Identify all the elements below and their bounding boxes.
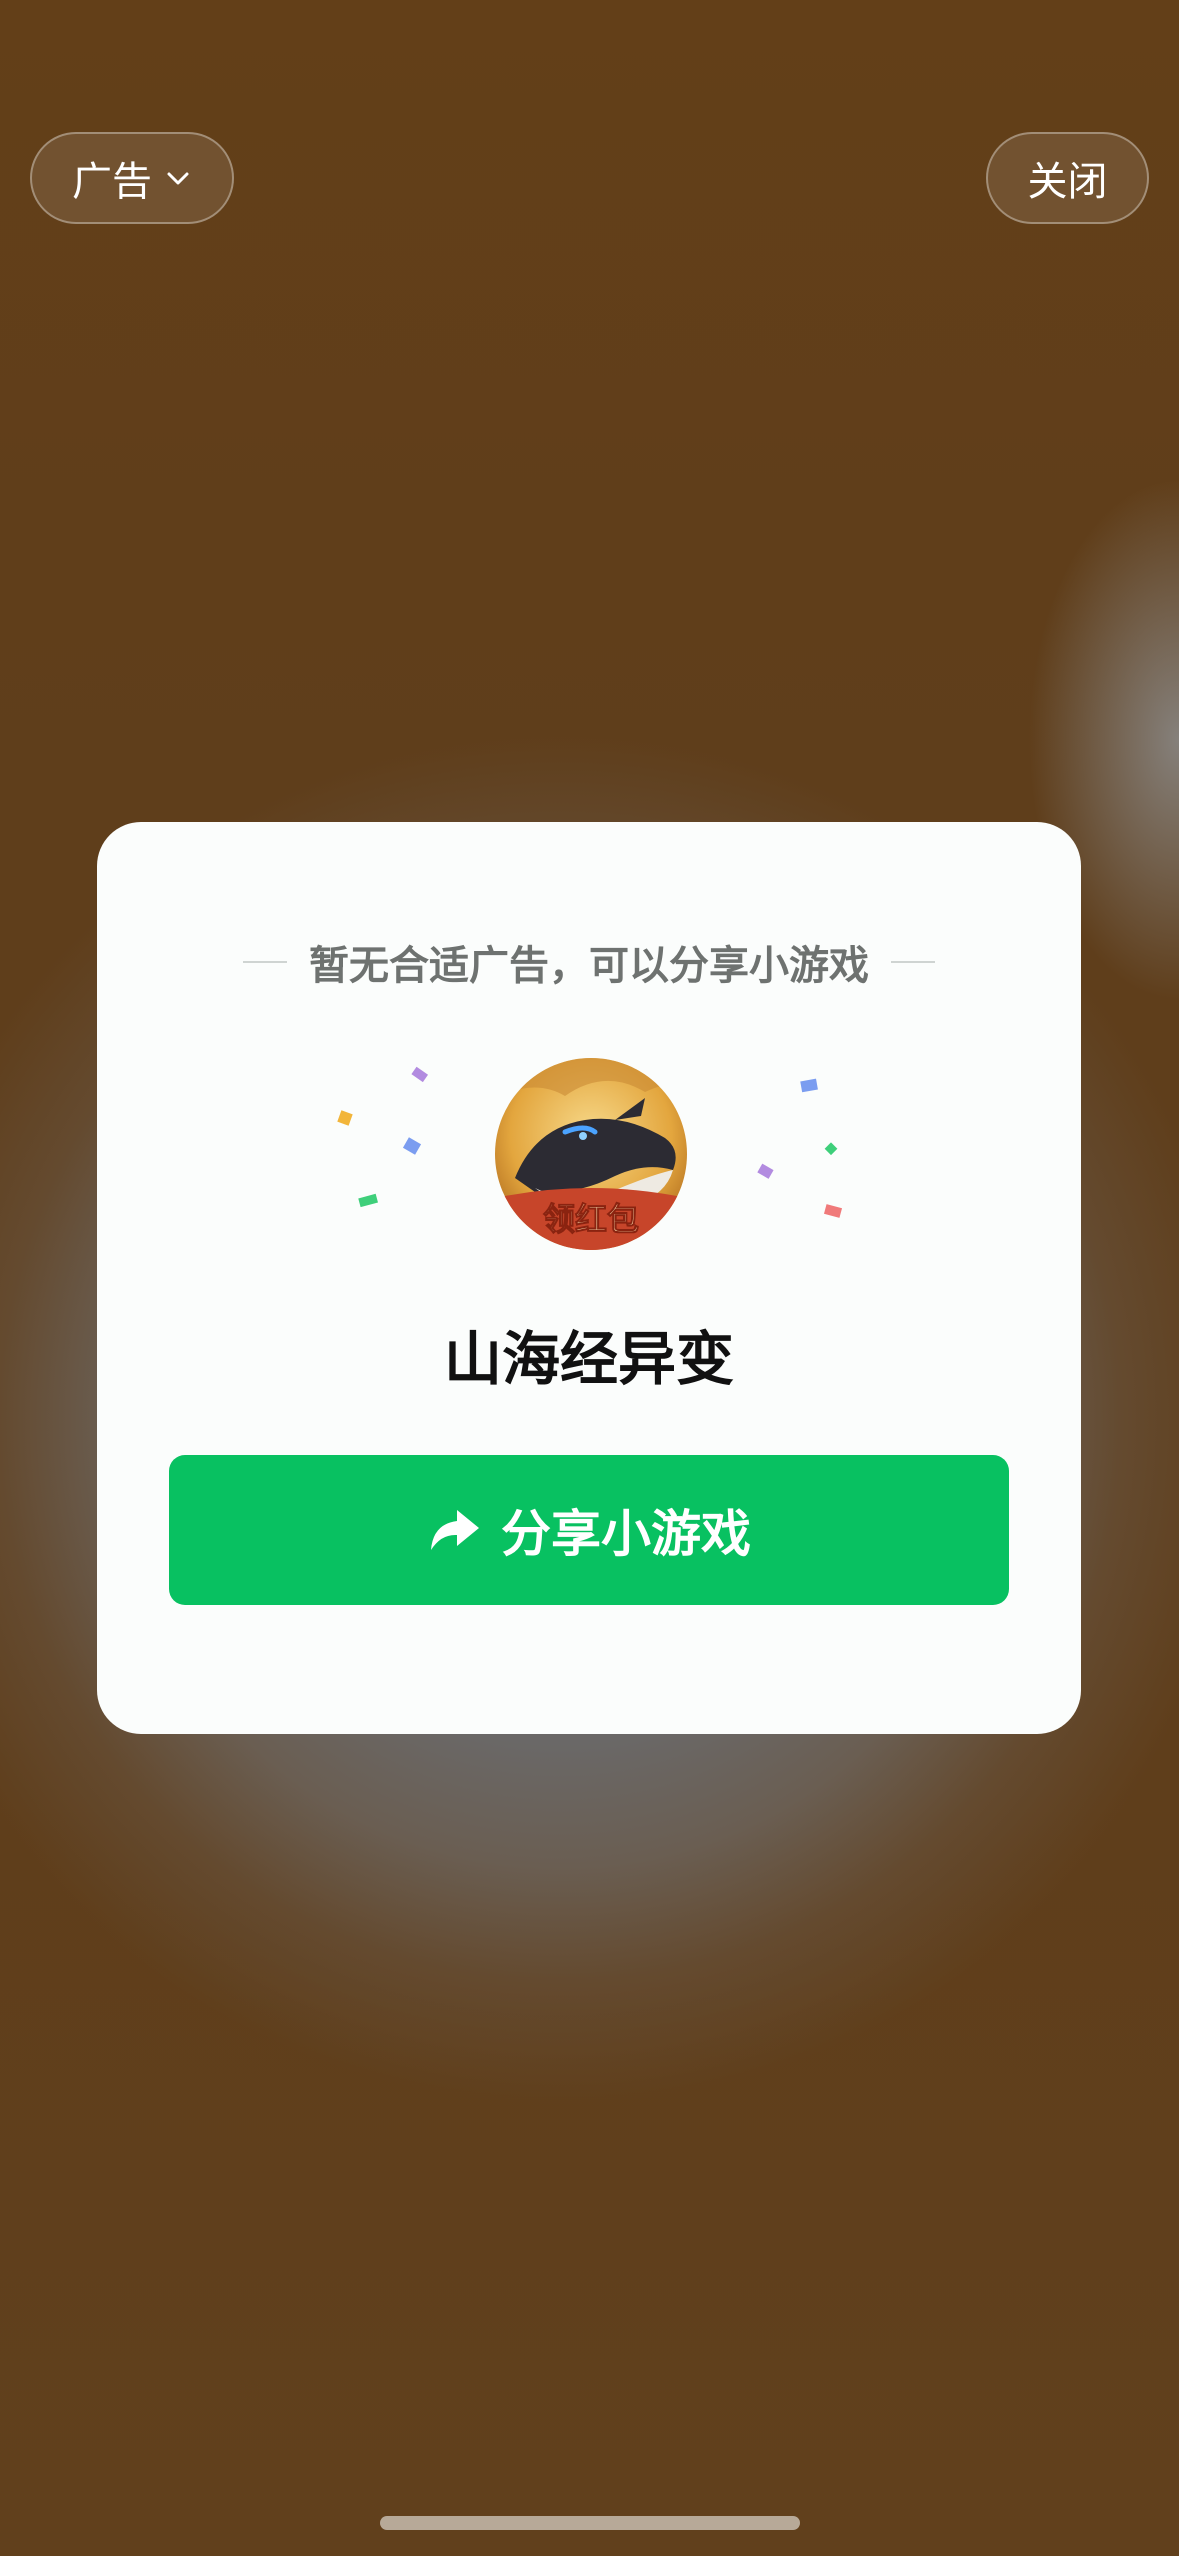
ad-menu-button[interactable]: 广告: [30, 132, 234, 224]
game-logo: 领红包: [495, 1058, 687, 1250]
game-name: 山海经异变: [443, 1325, 734, 1393]
share-game-card: 暂无合适广告，可以分享小游戏 领红包 山海经异变 分享小游戏: [97, 822, 1081, 1734]
game-logo-text: 领红包: [543, 1200, 639, 1238]
home-indicator[interactable]: [380, 2516, 800, 2530]
ad-label: 广告: [72, 159, 152, 205]
divider-right: [891, 961, 935, 963]
close-button[interactable]: 关闭: [986, 132, 1149, 224]
share-button-label: 分享小游戏: [501, 1505, 751, 1563]
share-game-button[interactable]: 分享小游戏: [169, 1455, 1009, 1605]
subtitle-row: 暂无合适广告，可以分享小游戏: [97, 932, 1081, 992]
no-ad-message: 暂无合适广告，可以分享小游戏: [309, 943, 869, 989]
share-arrow-icon: [431, 1510, 479, 1550]
divider-left: [243, 961, 287, 963]
chevron-down-icon: [167, 172, 189, 185]
close-label: 关闭: [1027, 159, 1108, 205]
